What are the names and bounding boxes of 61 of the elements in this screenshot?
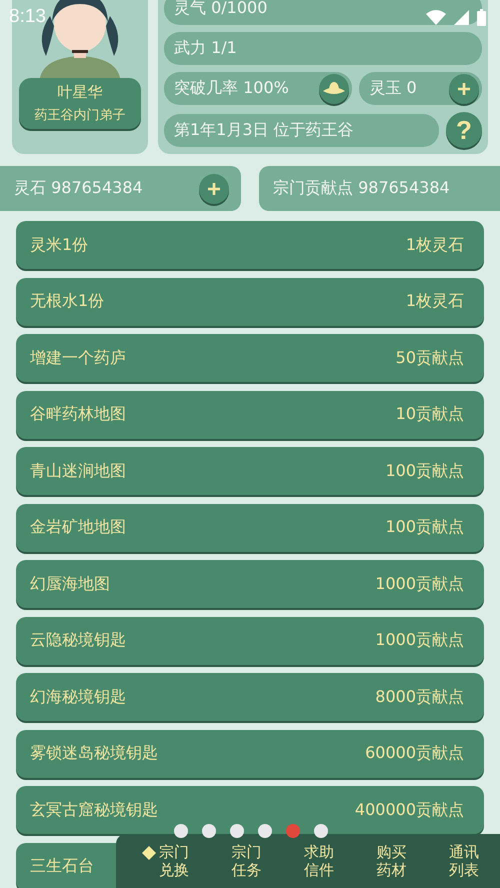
status-time: 8:13 xyxy=(9,6,46,28)
item-name: 青山迷涧地图 xyxy=(30,460,126,482)
exchange-item[interactable]: 三生石台 xyxy=(16,842,116,888)
exchange-item[interactable]: 雾锁迷岛秘境钥匙 60000贡献点 xyxy=(16,730,484,778)
item-price: 1枚灵石 xyxy=(406,291,464,312)
help-button[interactable]: ? xyxy=(446,112,482,148)
exchange-item[interactable]: 云隐秘境钥匙 1000贡献点 xyxy=(16,616,484,664)
exchange-item[interactable]: 谷畔药林地图 10贡献点 xyxy=(16,390,484,438)
exchange-item[interactable]: 无根水1份 1枚灵石 xyxy=(16,278,484,326)
item-price: 1枚灵石 xyxy=(406,234,464,256)
add-button[interactable] xyxy=(199,174,229,204)
item-name: 玄冥古窟秘境钥匙 xyxy=(30,800,158,820)
exchange-item[interactable]: 增建一个药庐 50贡献点 xyxy=(16,334,484,382)
hat-icon xyxy=(323,82,346,96)
resource-text: 宗门贡献点 987654384 xyxy=(273,178,450,199)
item-price: 100贡献点 xyxy=(385,517,464,538)
add-button[interactable] xyxy=(449,74,479,104)
character-title: 药王谷内门弟子 xyxy=(34,107,126,124)
nav-tab[interactable]: 购买药材 xyxy=(376,843,408,879)
exchange-item[interactable]: 灵米1份 1枚灵石 xyxy=(16,221,484,269)
item-price: 10贡献点 xyxy=(396,404,464,425)
item-name: 无根水1份 xyxy=(30,291,104,312)
character-name: 叶星华 xyxy=(58,83,102,102)
force-text: 武力 1/1 xyxy=(174,38,237,59)
battery-icon xyxy=(477,8,486,26)
item-price: 100贡献点 xyxy=(385,460,464,482)
resource-text: 灵石 987654384 xyxy=(14,178,143,199)
plus-icon xyxy=(457,82,471,96)
item-name: 幻海秘境钥匙 xyxy=(30,686,126,708)
item-name: 雾锁迷岛秘境钥匙 xyxy=(30,743,158,764)
nav-tab[interactable]: 宗门任务 xyxy=(230,843,262,879)
item-name: 灵米1份 xyxy=(30,234,88,256)
item-name: 三生石台 xyxy=(30,856,94,877)
plus-icon xyxy=(207,182,221,196)
hat-button[interactable] xyxy=(319,74,350,104)
item-name: 幻蜃海地图 xyxy=(30,574,110,594)
item-price: 8000贡献点 xyxy=(375,686,464,708)
wifi-icon xyxy=(426,9,446,25)
breakthrough-text: 突破几率 100% xyxy=(174,78,289,99)
jade-text: 灵玉 0 xyxy=(369,78,417,99)
exchange-item[interactable]: 玄冥古窟秘境钥匙 400000贡献点 xyxy=(16,786,484,834)
exchange-item[interactable]: 幻海秘境钥匙 8000贡献点 xyxy=(16,673,484,721)
exchange-item[interactable]: 青山迷涧地图 100贡献点 xyxy=(16,447,484,495)
signal-icon xyxy=(454,10,469,24)
item-price: 1000贡献点 xyxy=(375,630,464,651)
item-price: 60000贡献点 xyxy=(365,743,464,764)
nav-tab[interactable]: 宗门兑换 xyxy=(142,843,190,879)
date-text: 第1年1月3日 位于药王谷 xyxy=(174,120,354,140)
nav-tab[interactable]: 求助信件 xyxy=(303,843,335,879)
item-name: 谷畔药林地图 xyxy=(30,404,126,425)
spirit-text: 灵气 0/1000 xyxy=(174,0,268,19)
exchange-item[interactable]: 幻蜃海地图 1000贡献点 xyxy=(16,560,484,608)
item-price: 50贡献点 xyxy=(396,348,464,368)
item-price: 1000贡献点 xyxy=(375,574,464,594)
item-name: 金岩矿地地图 xyxy=(30,517,126,538)
item-name: 增建一个药庐 xyxy=(30,348,126,368)
diamond-icon xyxy=(142,846,156,860)
exchange-item[interactable]: 金岩矿地地图 100贡献点 xyxy=(16,504,484,552)
item-price: 400000贡献点 xyxy=(354,800,464,820)
nav-tab[interactable]: 通讯列表 xyxy=(448,843,480,879)
item-name: 云隐秘境钥匙 xyxy=(30,630,126,651)
